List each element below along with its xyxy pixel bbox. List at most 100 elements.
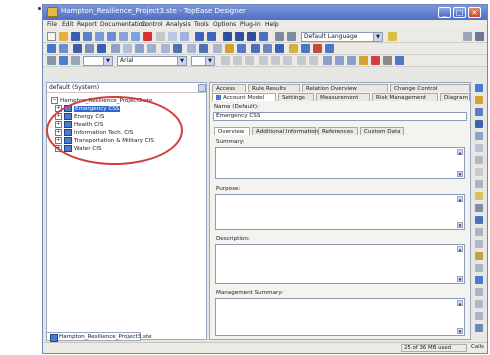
chart-icon[interactable] — [251, 44, 260, 53]
align-icon[interactable] — [199, 44, 208, 53]
graph-icon[interactable] — [475, 216, 483, 224]
pen-icon[interactable] — [475, 228, 483, 236]
clipboard-icon[interactable] — [131, 32, 140, 41]
menu-file[interactable]: File — [47, 21, 57, 28]
language-tool-icon[interactable] — [388, 32, 397, 41]
brush-icon[interactable] — [475, 156, 483, 164]
menu-analysis[interactable]: Analysis — [166, 21, 191, 28]
star-icon[interactable] — [475, 192, 483, 200]
tab-account-model[interactable]: Account Model — [212, 93, 276, 101]
collapse-icon[interactable]: − — [51, 97, 58, 104]
pointer-tool-icon[interactable] — [475, 288, 483, 296]
help-query-icon[interactable] — [463, 32, 472, 41]
menu-control[interactable]: Control — [141, 21, 163, 28]
bullets-icon[interactable] — [297, 56, 306, 65]
language-combo[interactable]: Default Language ▼ — [301, 32, 383, 42]
tab-access[interactable]: Access — [212, 84, 246, 92]
lock-icon[interactable] — [475, 252, 483, 260]
scroll-up-icon[interactable]: ▲ — [457, 149, 463, 155]
scroll-up-icon[interactable]: ▲ — [457, 300, 463, 306]
ruler-icon[interactable] — [475, 240, 483, 248]
new-file-icon[interactable] — [47, 32, 56, 41]
menu-tools[interactable]: Tools — [194, 21, 209, 28]
menu-edit[interactable]: Edit — [62, 21, 74, 28]
text-tool-icon[interactable] — [475, 168, 483, 176]
italic-icon[interactable] — [233, 56, 242, 65]
underline-icon[interactable] — [245, 56, 254, 65]
menu-options[interactable]: Options — [213, 21, 236, 28]
highlight-icon[interactable] — [225, 44, 234, 53]
scroll-down-icon[interactable]: ▼ — [457, 328, 463, 334]
tab-additional-information[interactable]: Additional Information — [252, 127, 318, 135]
find-icon[interactable] — [223, 32, 232, 41]
document-tab[interactable]: Hampton_Resilience_Project3.ste — [46, 332, 152, 342]
tab-diagram[interactable]: Diagram — [440, 93, 470, 101]
name-field[interactable]: Emergency CSS — [213, 112, 467, 121]
shape-icon[interactable] — [187, 44, 196, 53]
purpose-textarea[interactable]: ▲ ▼ — [215, 194, 465, 230]
align-left-icon[interactable] — [259, 56, 268, 65]
lasso-icon[interactable] — [475, 180, 483, 188]
person-icon[interactable] — [359, 56, 368, 65]
title-bar[interactable]: Hampton_Resilience_Project3.ste - TopEas… — [43, 5, 487, 20]
properties-icon[interactable] — [475, 108, 483, 116]
scroll-down-icon[interactable]: ▼ — [457, 276, 463, 282]
scroll-down-icon[interactable]: ▼ — [457, 171, 463, 177]
marker-icon[interactable] — [371, 56, 380, 65]
tab-settings[interactable]: Settings — [278, 93, 314, 101]
table-icon[interactable] — [263, 44, 272, 53]
tab-custom-data[interactable]: Custom Data — [360, 127, 404, 135]
tab-overview[interactable]: Overview — [214, 127, 250, 135]
scroll-up-icon[interactable]: ▲ — [457, 196, 463, 202]
hierarchy-icon[interactable] — [85, 44, 94, 53]
back-arrow-icon[interactable] — [275, 32, 284, 41]
minimize-button[interactable]: _ — [438, 7, 451, 18]
style-combo[interactable]: ▼ — [83, 56, 113, 66]
filter-icon[interactable] — [259, 32, 268, 41]
table-insert-icon[interactable] — [323, 56, 332, 65]
tool-icon[interactable] — [168, 32, 177, 41]
sort-icon[interactable] — [237, 44, 246, 53]
menu-plugin[interactable]: Plug-In — [240, 21, 261, 28]
link-icon[interactable] — [123, 44, 132, 53]
arrange-icon[interactable] — [111, 44, 120, 53]
format-icon[interactable] — [156, 32, 165, 41]
bold-icon[interactable] — [221, 56, 230, 65]
flag-icon[interactable] — [313, 44, 322, 53]
merge-icon[interactable] — [335, 56, 344, 65]
open-folder-icon[interactable] — [59, 32, 68, 41]
table-tool-icon[interactable] — [475, 120, 483, 128]
grid-icon[interactable] — [59, 44, 68, 53]
align-right-icon[interactable] — [283, 56, 292, 65]
paint-icon[interactable] — [475, 96, 483, 104]
tab-change-control[interactable]: Change Control — [390, 84, 470, 92]
tab-rule-results[interactable]: Rule Results — [248, 84, 300, 92]
delete-icon[interactable] — [143, 32, 152, 41]
align-center-icon[interactable] — [271, 56, 280, 65]
chevron-down-icon[interactable]: ▼ — [373, 33, 382, 41]
chevron-down-icon[interactable]: ▼ — [205, 57, 214, 65]
pointer-icon[interactable] — [180, 32, 189, 41]
maximize-button[interactable]: □ — [453, 7, 466, 18]
menu-report[interactable]: Report — [77, 21, 97, 28]
menu-help[interactable]: Help — [265, 21, 279, 28]
redo-icon[interactable] — [207, 32, 216, 41]
connect-icon[interactable] — [147, 44, 156, 53]
scope-combo[interactable]: default (System) — [47, 83, 206, 93]
note-icon[interactable] — [289, 44, 298, 53]
menu-documentation[interactable]: Documentation — [100, 21, 146, 28]
node-icon[interactable] — [135, 44, 144, 53]
back-icon[interactable] — [47, 56, 56, 65]
tab-risk-management[interactable]: Risk Management — [372, 93, 438, 101]
grid-view-icon[interactable] — [395, 56, 404, 65]
split-icon[interactable] — [347, 56, 356, 65]
cut-icon[interactable] — [95, 32, 104, 41]
paste-icon[interactable] — [119, 32, 128, 41]
hand-icon[interactable] — [475, 300, 483, 308]
undo-icon[interactable] — [195, 32, 204, 41]
numbering-icon[interactable] — [309, 56, 318, 65]
summary-textarea[interactable]: ▲ ▼ — [215, 147, 465, 179]
report-icon[interactable] — [275, 44, 284, 53]
find-next-icon[interactable] — [235, 32, 244, 41]
chevron-down-icon[interactable] — [198, 84, 206, 92]
